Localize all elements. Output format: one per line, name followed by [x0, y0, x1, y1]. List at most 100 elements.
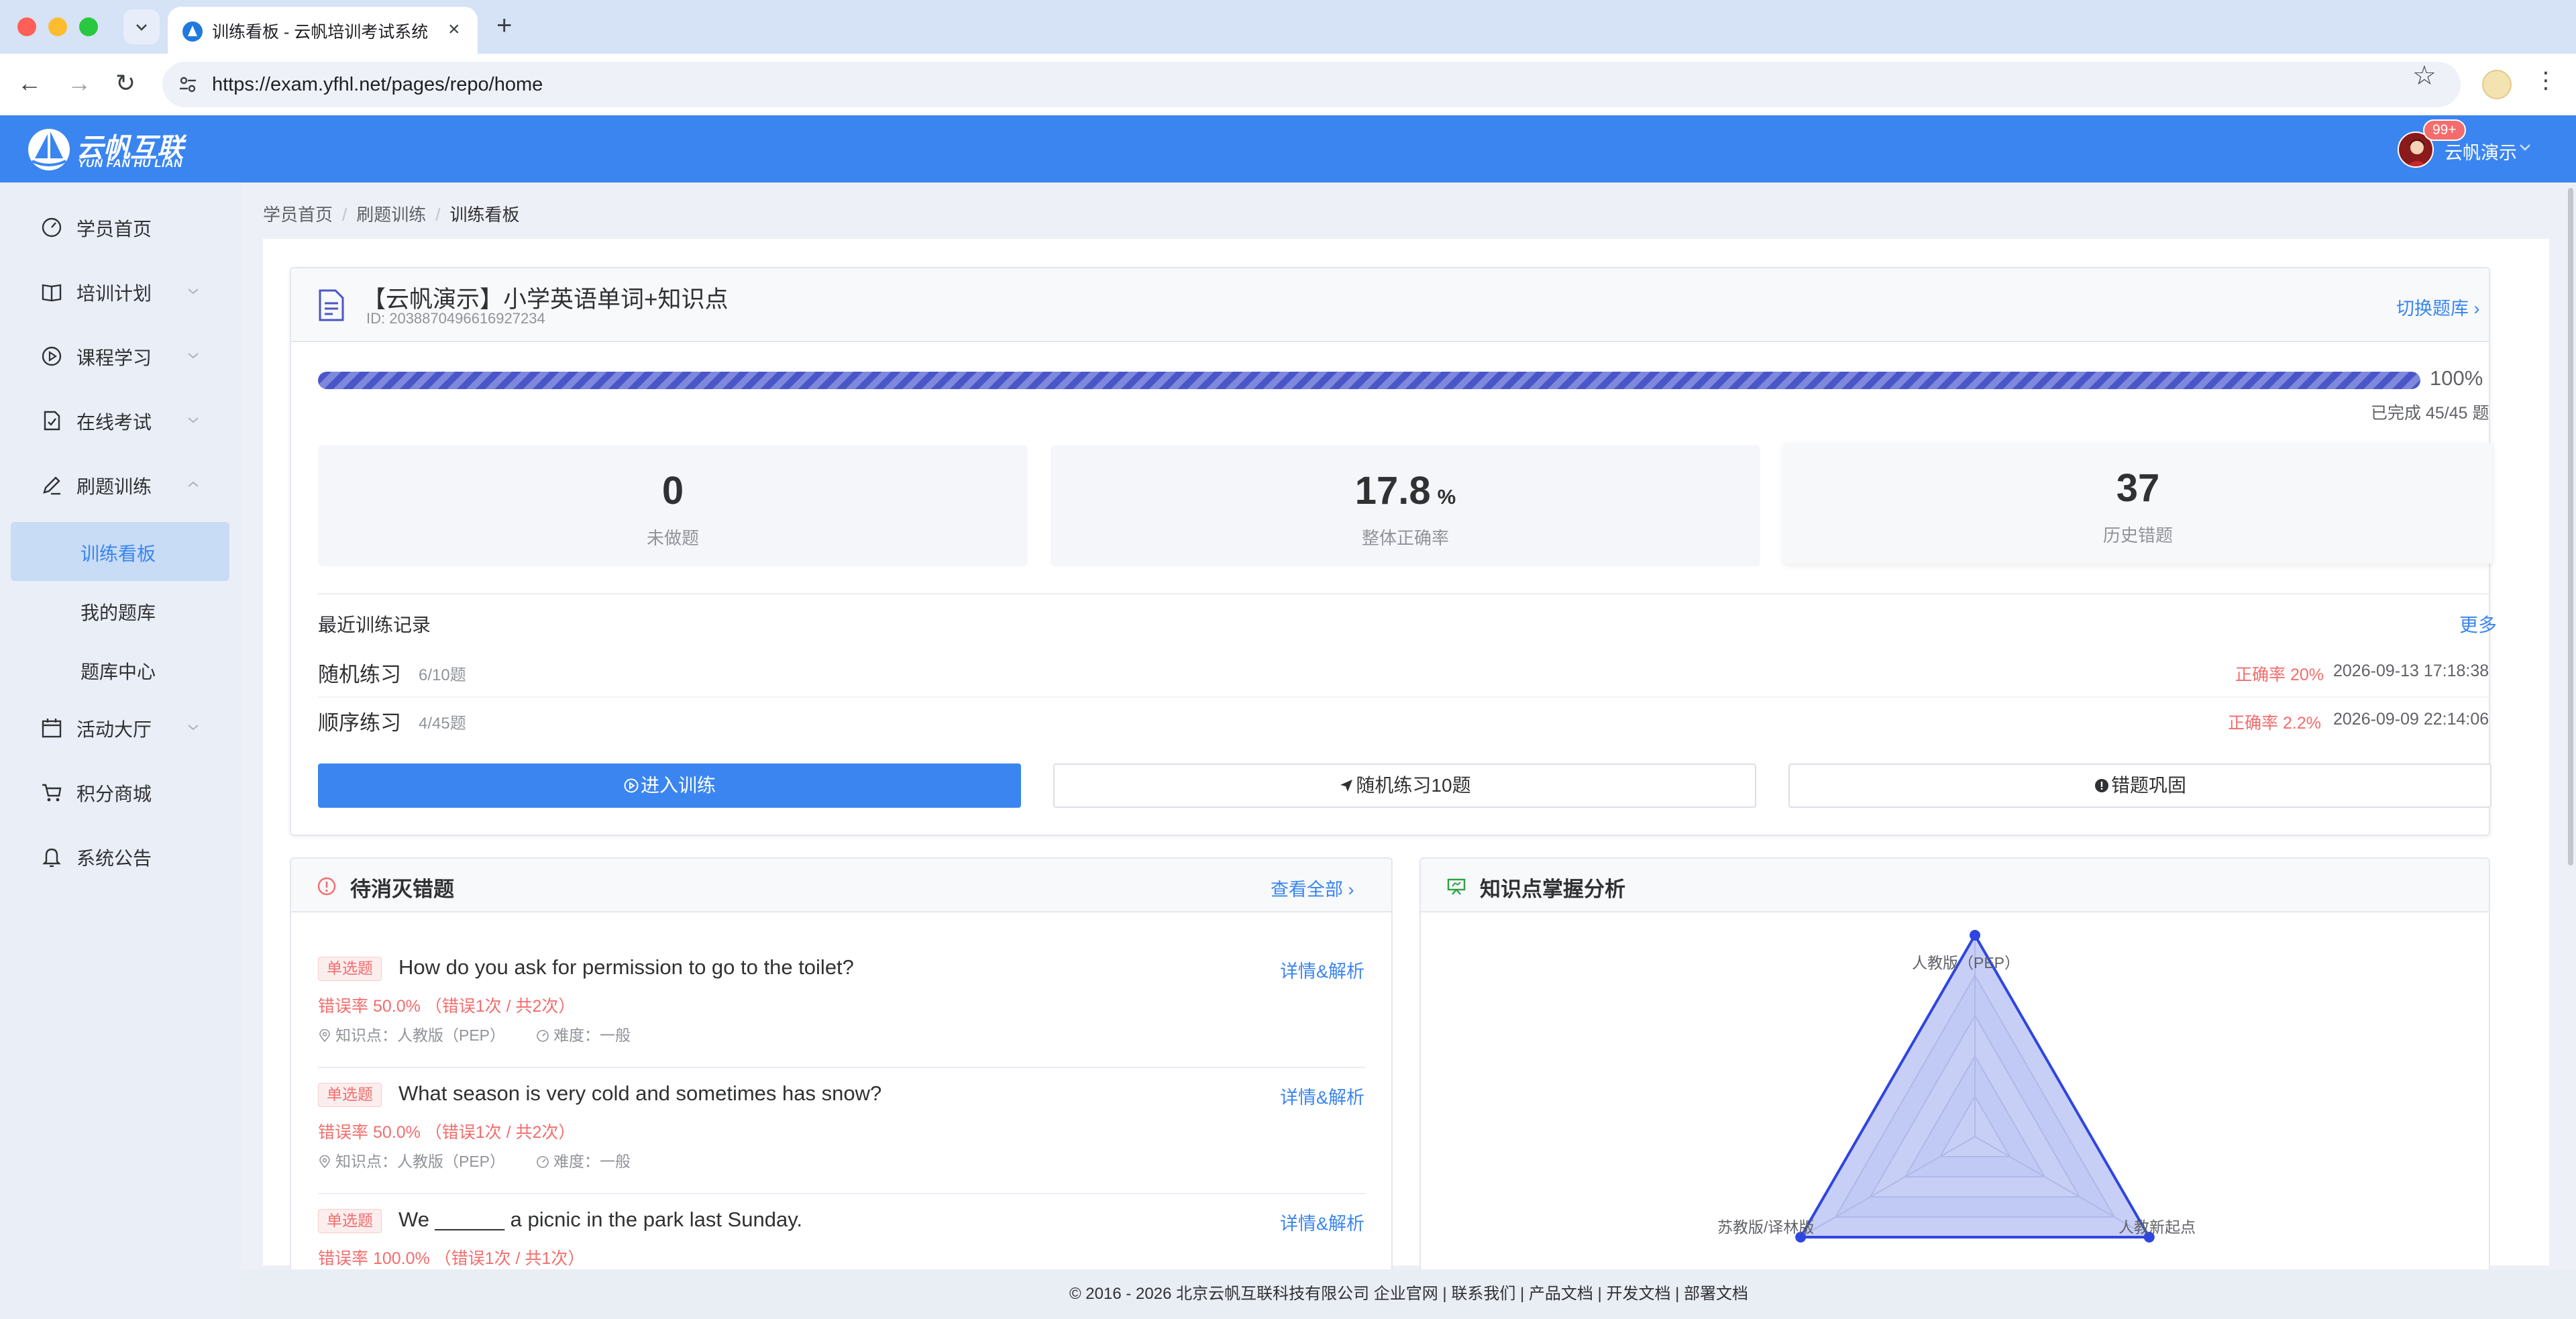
tab-search-button[interactable] — [123, 9, 160, 44]
divider — [318, 593, 2489, 594]
chevron-down-icon — [136, 24, 147, 31]
question-meta: 知识点：人教版（PEP） 难度：一般 — [318, 1149, 631, 1171]
breadcrumb: 学员首页 / 刷题训练 / 训练看板 — [263, 205, 520, 225]
browser-menu-icon[interactable]: ⋮ — [2534, 67, 2557, 94]
footer: © 2016 - 2026 北京云帆互联科技有限公司 企业官网 | 联系我们 |… — [241, 1269, 2576, 1319]
wrong-questions-card: 待消灭错题 查看全部 › 单选题 How do you ask for perm… — [290, 857, 1393, 1287]
back-arrow-icon[interactable]: ← — [17, 70, 42, 97]
radar-indicator-label: 苏教版/译林版 — [1717, 1218, 1815, 1236]
random-practice-label: 随机练习10题 — [1356, 775, 1471, 796]
stat-accuracy: 17.8% 整体正确率 — [1051, 445, 1760, 566]
pen-icon — [43, 476, 60, 495]
record-time: 2026-09-09 22:14:06 — [2333, 710, 2489, 729]
chevron-up-icon — [188, 481, 199, 487]
bell-icon — [42, 848, 61, 867]
wrong-question-item[interactable]: 单选题 What season is very cold and sometim… — [318, 1068, 1366, 1194]
completed-count: 已完成 45/45 题 — [2371, 404, 2489, 423]
repo-card: 【云帆演示】小学英语单词+知识点 ID: 2038870496616927234… — [290, 267, 2497, 836]
main-content: 学员首页 / 刷题训练 / 训练看板 【云帆演示】小学英语单词+知识点 ID: 2038… — [241, 182, 2576, 1319]
detail-analysis-link[interactable]: 详情&解析 — [1280, 1083, 1364, 1109]
sidebar-item-label: 在线考试 — [76, 412, 152, 433]
sidebar-subitem-label: 题库中心 — [80, 662, 156, 682]
error-rate: 错误率 50.0% （错误1次 / 共2次） — [318, 1123, 576, 1142]
location-pin-icon — [319, 1155, 330, 1169]
exclamation-circle-icon — [2094, 779, 2108, 792]
logo[interactable]: 云帆互联 YUN FAN HU LIAN — [25, 125, 227, 174]
profile-avatar[interactable] — [2482, 70, 2512, 99]
tab-close-icon[interactable]: × — [448, 19, 460, 40]
url-input[interactable]: https://exam.yfhl.net/pages/repo/home — [162, 62, 2461, 107]
sidebar-subitem-label: 训练看板 — [80, 543, 156, 564]
window-minimize-button[interactable] — [48, 17, 67, 36]
progress-percent: 100% — [2430, 366, 2483, 390]
random-practice-button[interactable]: 随机练习10题 — [1053, 763, 1756, 808]
sidebar-item-label: 学员首页 — [76, 219, 152, 240]
record-accuracy: 正确率 2.2% — [2228, 714, 2321, 733]
radar-indicator-label: 人教版（PEP） — [1912, 954, 2021, 971]
chevron-down-icon — [188, 353, 199, 359]
sidebar-item-label: 积分商城 — [76, 784, 152, 804]
sidebar-subitem-repo-center[interactable]: 题库中心 — [0, 640, 241, 699]
page-scrollbar[interactable] — [2568, 188, 2573, 865]
gauge-icon — [537, 1156, 549, 1168]
chevron-right-icon: › — [2473, 299, 2480, 319]
switch-repo-link[interactable]: 切换题库 › — [2396, 294, 2480, 320]
view-all-link[interactable]: 查看全部 › — [1271, 875, 1354, 901]
record-count: 6/10题 — [419, 666, 466, 684]
sidebar-item-activity[interactable]: 活动大厅 — [0, 695, 241, 759]
card-header: 待消灭错题 查看全部 › — [291, 859, 1391, 912]
stat-history-wrong[interactable]: 37 历史错题 — [1783, 443, 2493, 564]
favicon-icon — [182, 21, 203, 42]
sidebar-subitem-my-repo[interactable]: 我的题库 — [0, 581, 241, 640]
sidebar-subitem-training-board[interactable]: 训练看板 — [11, 522, 229, 581]
new-tab-button[interactable]: + — [496, 11, 512, 40]
logo-subtext: YUN FAN HU LIAN — [78, 157, 182, 170]
sidebar-item-courses[interactable]: 课程学习 — [0, 323, 241, 388]
enter-training-button[interactable]: 进入训练 — [318, 763, 1021, 808]
reload-icon[interactable]: ↻ — [115, 70, 136, 97]
forward-arrow-icon[interactable]: → — [67, 70, 91, 97]
sail-logo-icon — [28, 129, 70, 170]
stat-label: 未做题 — [646, 528, 699, 548]
breadcrumb-item[interactable]: 学员首页 — [263, 205, 333, 225]
warning-circle-icon — [317, 877, 336, 896]
site-settings-icon[interactable] — [177, 74, 199, 95]
sidebar-item-points-mall[interactable]: 积分商城 — [0, 759, 241, 824]
play-circle-icon — [42, 346, 62, 366]
user-name[interactable]: 云帆演示 — [2445, 138, 2517, 164]
question-meta: 知识点：人教版（PEP） 难度：一般 — [318, 1022, 631, 1045]
chevron-right-icon: › — [1348, 880, 1354, 900]
browser-tab[interactable]: 训练看板 - 云帆培训考试系统 × — [168, 7, 478, 54]
more-records-link[interactable]: 更多 — [2459, 611, 2497, 637]
stat-label: 整体正确率 — [1361, 528, 1449, 548]
wrong-review-button[interactable]: 错题巩固 — [1788, 763, 2491, 808]
radar-chart — [1795, 930, 2155, 1243]
sidebar-item-label: 活动大厅 — [76, 719, 152, 740]
progress-bar — [318, 372, 2420, 389]
sidebar-item-announcements[interactable]: 系统公告 — [0, 824, 241, 888]
sidebar-subitem-label: 我的题库 — [80, 602, 156, 623]
radar-indicator-label: 人教新起点 — [2118, 1218, 2196, 1236]
recent-records-title: 最近训练记录 — [318, 615, 431, 635]
sidebar: 学员首页 培训计划 课程学习 在线考试 刷题训练 训练看板 我的题库 题库中心 … — [0, 182, 241, 1319]
sidebar-item-label: 刷题训练 — [76, 476, 152, 497]
wrong-question-item[interactable]: 单选题 How do you ask for permission to go … — [318, 942, 1366, 1068]
chevron-down-icon — [188, 417, 199, 423]
sidebar-item-online-exam[interactable]: 在线考试 — [0, 388, 241, 452]
radar-point[interactable] — [1970, 930, 1980, 941]
play-circle-icon — [624, 778, 639, 793]
detail-analysis-link[interactable]: 详情&解析 — [1280, 957, 1364, 983]
window-maximize-button[interactable] — [79, 17, 98, 36]
sidebar-item-practice[interactable]: 刷题训练 — [0, 452, 241, 517]
sidebar-item-training-plan[interactable]: 培训计划 — [0, 259, 241, 323]
wrong-review-label: 错题巩固 — [2110, 775, 2186, 796]
breadcrumb-item[interactable]: 刷题训练 — [356, 205, 426, 225]
cart-icon — [42, 784, 62, 802]
window-close-button[interactable] — [17, 17, 36, 36]
record-name: 随机练习 — [318, 663, 401, 686]
sidebar-item-home[interactable]: 学员首页 — [0, 195, 241, 259]
chevron-down-icon[interactable] — [2518, 142, 2532, 152]
bookmark-star-icon[interactable]: ☆ — [2412, 60, 2436, 91]
detail-analysis-link[interactable]: 详情&解析 — [1280, 1209, 1364, 1235]
book-icon — [42, 284, 62, 302]
